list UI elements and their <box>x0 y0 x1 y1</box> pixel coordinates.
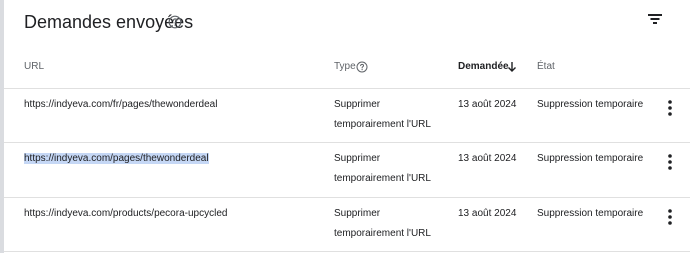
more-vert-icon[interactable] <box>666 208 674 226</box>
divider <box>4 251 690 252</box>
url-cell: https://indyeva.com/fr/pages/thewonderde… <box>24 99 218 110</box>
type-cell: Supprimer temporairement l'URL <box>334 95 444 135</box>
type-line: Supprimer <box>334 99 381 110</box>
column-header-date[interactable]: Demandée <box>458 61 509 73</box>
table-row[interactable]: https://indyeva.com/pages/thewonderdeal … <box>4 143 690 197</box>
date-cell: 13 août 2024 <box>458 153 517 164</box>
type-cell: Supprimer temporairement l'URL <box>334 149 444 189</box>
filter-list-icon[interactable] <box>644 9 666 29</box>
help-circle-icon[interactable] <box>168 15 182 29</box>
date-cell: 13 août 2024 <box>458 99 517 110</box>
state-cell: Suppression temporaire <box>537 99 644 110</box>
state-cell: Suppression temporaire <box>537 153 644 164</box>
type-line: Supprimer <box>334 153 381 164</box>
column-header-state: État <box>537 61 555 72</box>
state-cell: Suppression temporaire <box>537 208 644 219</box>
table-row[interactable]: https://indyeva.com/products/pecora-upcy… <box>4 198 690 252</box>
arrow-down-icon[interactable] <box>507 61 517 73</box>
url-cell: https://indyeva.com/pages/thewonderdeal <box>24 149 209 169</box>
column-header-type: Type <box>334 61 356 72</box>
type-line: temporairement l'URL <box>334 119 431 130</box>
type-line: temporairement l'URL <box>334 228 431 239</box>
more-vert-icon[interactable] <box>666 153 674 171</box>
column-header-url: URL <box>24 61 45 72</box>
selected-url-text: https://indyeva.com/pages/thewonderdeal <box>24 153 209 164</box>
more-vert-icon[interactable] <box>666 99 674 117</box>
type-cell: Supprimer temporairement l'URL <box>334 204 444 244</box>
help-circle-icon[interactable] <box>356 61 368 73</box>
type-line: temporairement l'URL <box>334 173 431 184</box>
url-cell: https://indyeva.com/products/pecora-upcy… <box>24 208 228 219</box>
type-line: Supprimer <box>334 208 381 219</box>
date-cell: 13 août 2024 <box>458 208 517 219</box>
table-row[interactable]: https://indyeva.com/fr/pages/thewonderde… <box>4 89 690 143</box>
